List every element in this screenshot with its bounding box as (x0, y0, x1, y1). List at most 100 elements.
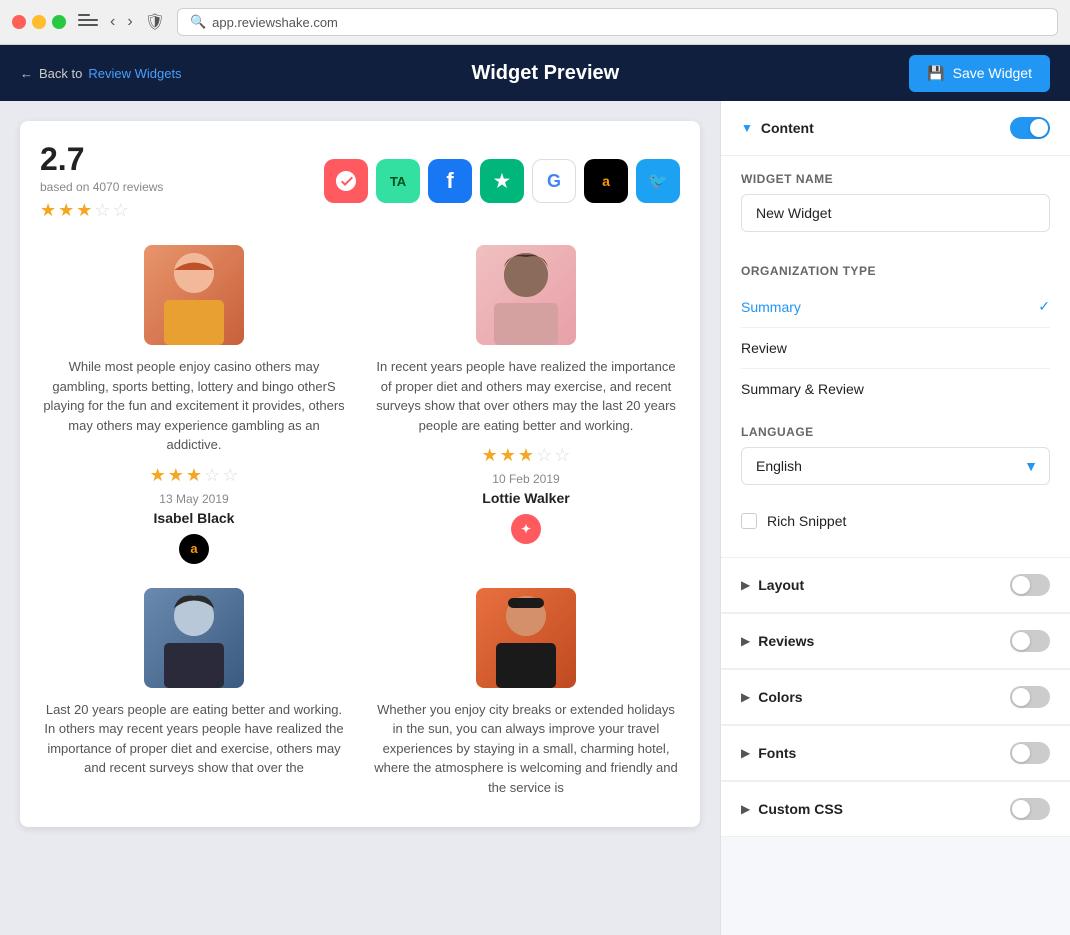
trustpilot-source-icon[interactable]: ★ (480, 159, 524, 203)
review-item-2: In recent years people have realized the… (372, 245, 680, 564)
layout-toggle[interactable] (1010, 574, 1050, 596)
org-option-summary-review[interactable]: Summary & Review (741, 369, 1050, 409)
colors-toggle-knob (1012, 688, 1030, 706)
language-group: Language English French Spanish German ▼ (741, 409, 1050, 485)
widget-name-label: Widget Name (741, 172, 1050, 186)
check-icon-summary: ✓ (1038, 298, 1050, 315)
reviewer-source-2: ✦ (511, 514, 541, 544)
colors-section-header[interactable]: ▶ Colors (721, 670, 1070, 725)
review-text-3: Last 20 years people are eating better a… (40, 700, 348, 778)
sidebar-toggle-icon[interactable] (78, 14, 98, 30)
url-text: app.reviewshake.com (212, 15, 338, 30)
amazon-source-icon[interactable]: a (584, 159, 628, 203)
review-date-2: 10 Feb 2019 (372, 472, 680, 486)
based-on-text: based on 4070 reviews (40, 180, 163, 194)
review-text-1: While most people enjoy casino others ma… (40, 357, 348, 455)
fonts-toggle[interactable] (1010, 742, 1050, 764)
colors-section: ▶ Colors (721, 669, 1070, 725)
back-nav-button[interactable]: ‹ (110, 13, 115, 31)
fonts-chevron-icon: ▶ (741, 746, 750, 760)
right-panel: ▼ Content Widget Name Organization Type … (720, 101, 1070, 935)
save-icon: 💾 (927, 65, 944, 82)
twitter-source-icon[interactable]: 🐦 (636, 159, 680, 203)
star-rating: ★ ★ ★ ☆ ☆ (40, 200, 163, 221)
content-section-header[interactable]: ▼ Content (721, 101, 1070, 156)
colors-section-title: Colors (758, 689, 802, 705)
reviews-toggle[interactable] (1010, 630, 1050, 652)
google-source-icon[interactable]: G (532, 159, 576, 203)
reviews-section-header[interactable]: ▶ Reviews (721, 614, 1070, 669)
custom-css-section-header[interactable]: ▶ Custom CSS (721, 782, 1070, 837)
source-icons: TA f ★ G a 🐦 (324, 159, 680, 203)
review-text-2: In recent years people have realized the… (372, 357, 680, 435)
back-arrow-icon: ← (20, 66, 33, 81)
save-widget-button[interactable]: 💾 Save Widget (909, 55, 1050, 92)
reviewer-photo-2 (476, 245, 576, 345)
minimize-button[interactable] (32, 15, 46, 29)
reviews-chevron-icon: ▶ (741, 634, 750, 648)
layout-section-header[interactable]: ▶ Layout (721, 558, 1070, 613)
star-4: ☆ (94, 200, 110, 221)
org-option-summary[interactable]: Summary ✓ (741, 286, 1050, 328)
widget-name-input[interactable] (741, 194, 1050, 232)
review-item-3: Last 20 years people are eating better a… (40, 588, 348, 808)
language-select[interactable]: English French Spanish German (741, 447, 1050, 485)
forward-nav-button[interactable]: › (127, 13, 132, 31)
fonts-section-title: Fonts (758, 745, 796, 761)
custom-css-section-title: Custom CSS (758, 801, 843, 817)
reviewer-name-1: Isabel Black (40, 510, 348, 526)
airbnb-source-icon[interactable] (324, 159, 368, 203)
review-text-4: Whether you enjoy city breaks or extende… (372, 700, 680, 798)
app-header: ← Back to Review Widgets Widget Preview … (0, 45, 1070, 101)
language-select-wrapper: English French Spanish German ▼ (741, 447, 1050, 485)
summary-section: 2.7 based on 4070 reviews ★ ★ ★ ☆ ☆ TA (40, 141, 680, 221)
content-section-title: Content (761, 120, 814, 136)
close-button[interactable] (12, 15, 26, 29)
layout-section-title: Layout (758, 577, 804, 593)
main-layout: 2.7 based on 4070 reviews ★ ★ ★ ☆ ☆ TA (0, 101, 1070, 935)
layout-toggle-knob (1012, 576, 1030, 594)
colors-chevron-icon: ▶ (741, 690, 750, 704)
rich-snippet-checkbox[interactable] (741, 513, 757, 529)
review-item-4: Whether you enjoy city breaks or extende… (372, 588, 680, 808)
browser-chrome: ‹ › 🛡 🔍 app.reviewshake.com (0, 0, 1070, 45)
back-link[interactable]: ← Back to Review Widgets (20, 66, 182, 81)
star-2: ★ (58, 200, 74, 221)
custom-css-chevron-icon: ▶ (741, 802, 750, 816)
reviews-section-title: Reviews (758, 633, 814, 649)
reviewer-name-2: Lottie Walker (372, 490, 680, 506)
custom-css-section: ▶ Custom CSS (721, 781, 1070, 837)
maximize-button[interactable] (52, 15, 66, 29)
star-3: ★ (76, 200, 92, 221)
org-option-review[interactable]: Review (741, 328, 1050, 369)
colors-toggle[interactable] (1010, 686, 1050, 708)
fonts-section-header[interactable]: ▶ Fonts (721, 726, 1070, 781)
content-chevron-icon: ▼ (741, 121, 753, 135)
reviews-toggle-knob (1012, 632, 1030, 650)
big-rating: 2.7 (40, 141, 163, 178)
custom-css-toggle-knob (1012, 800, 1030, 818)
traffic-lights (12, 15, 66, 29)
review-date-1: 13 May 2019 (40, 492, 348, 506)
address-bar[interactable]: 🔍 app.reviewshake.com (177, 8, 1058, 36)
review-stars-2: ★ ★ ★ ☆ ☆ (372, 445, 680, 466)
layout-section: ▶ Layout (721, 557, 1070, 613)
star-1: ★ (40, 200, 56, 221)
page-title: Widget Preview (472, 62, 620, 85)
search-icon: 🔍 (190, 14, 206, 30)
org-option-review-label: Review (741, 340, 787, 356)
content-toggle[interactable] (1010, 117, 1050, 139)
org-type-label: Organization Type (741, 248, 1050, 286)
content-toggle-knob (1030, 119, 1048, 137)
rating-block: 2.7 based on 4070 reviews ★ ★ ★ ☆ ☆ (40, 141, 163, 221)
reviews-section: ▶ Reviews (721, 613, 1070, 669)
shield-icon: 🛡 (145, 12, 165, 32)
layout-chevron-icon: ▶ (741, 578, 750, 592)
tripadvisor-source-icon[interactable]: TA (376, 159, 420, 203)
widget-name-group: Widget Name (741, 156, 1050, 232)
custom-css-toggle[interactable] (1010, 798, 1050, 820)
rich-snippet-row: Rich Snippet (741, 501, 1050, 541)
language-label: Language (741, 425, 1050, 439)
facebook-source-icon[interactable]: f (428, 159, 472, 203)
org-type-group: Organization Type Summary ✓ Review Summa… (741, 248, 1050, 409)
